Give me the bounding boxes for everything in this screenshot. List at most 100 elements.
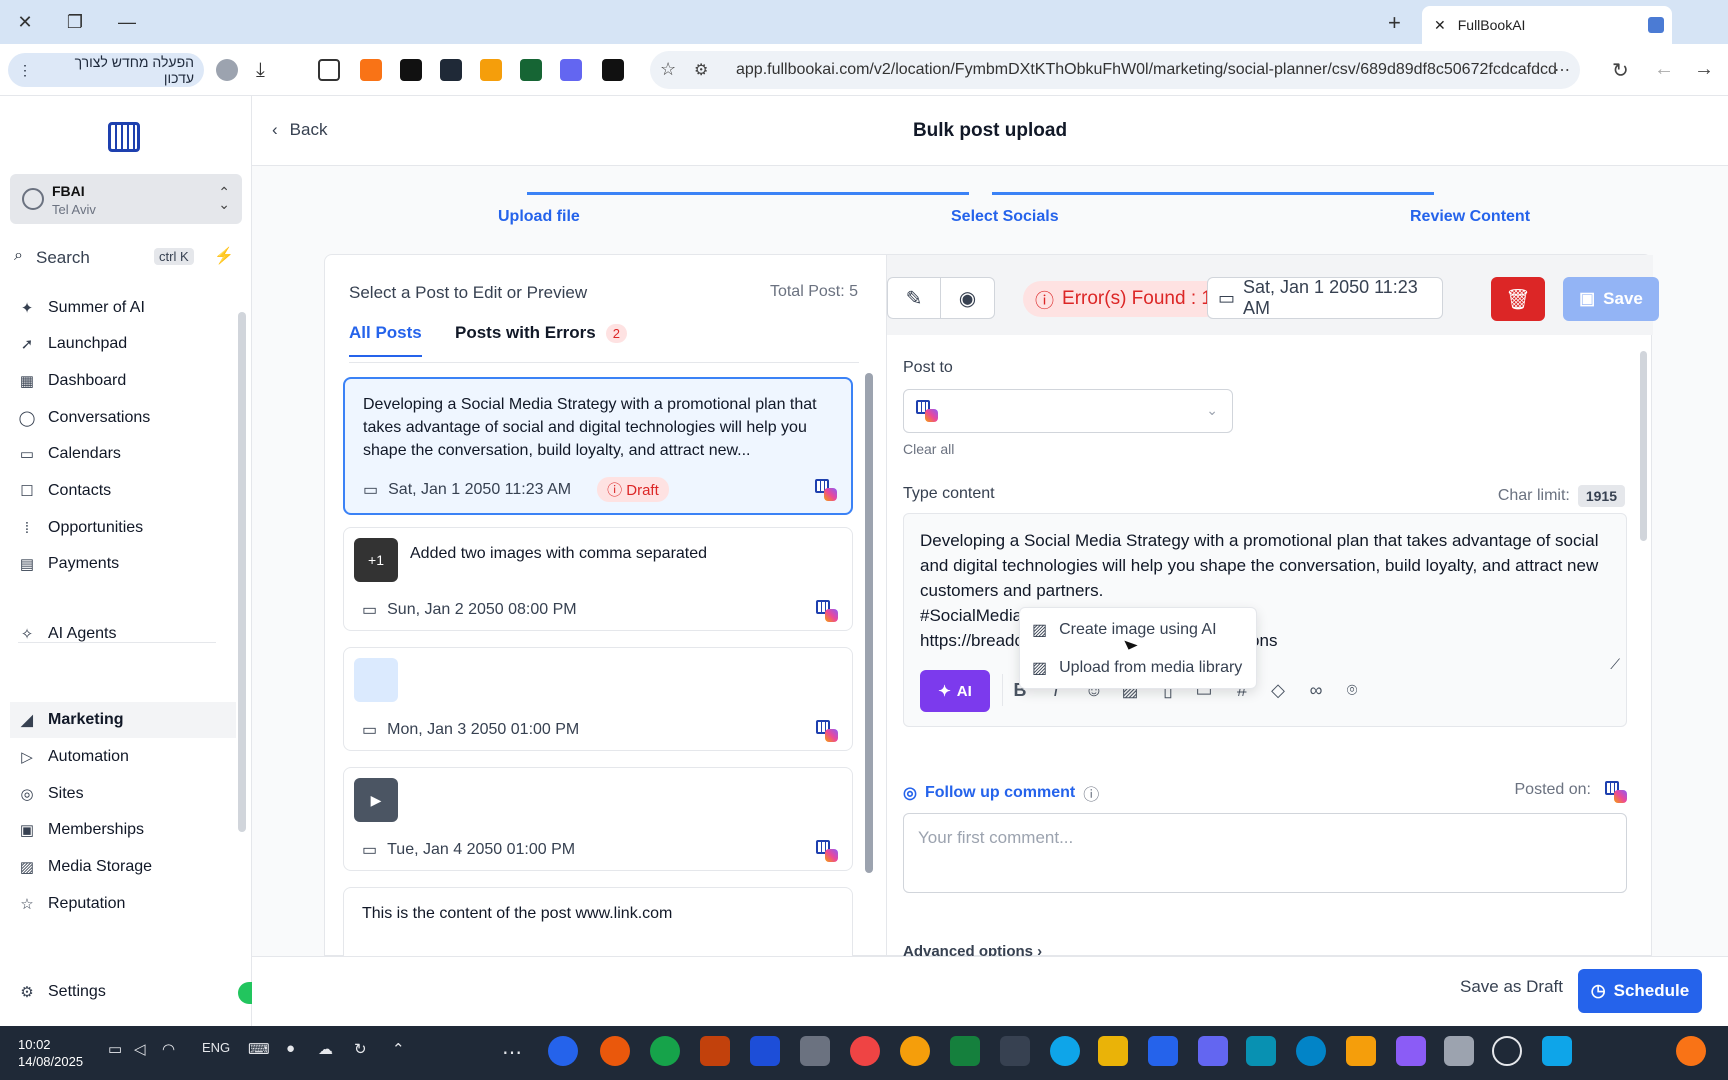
save-button[interactable]: ▣ Save [1563, 277, 1659, 321]
sidebar-item-opportunities[interactable]: ⁞ Opportunities [18, 510, 228, 546]
back-icon[interactable]: → [1694, 58, 1714, 81]
calculator-app-icon[interactable] [800, 1036, 830, 1066]
post-card[interactable]: This is the content of the post www.link… [343, 887, 853, 957]
language-indicator[interactable]: ENG [202, 1040, 230, 1055]
step-select-socials[interactable]: Select Socials [951, 208, 1059, 226]
sidebar-item-launchpad[interactable]: ➚ Launchpad [18, 326, 228, 362]
chrome-active-app-icon[interactable] [850, 1036, 880, 1066]
sidebar-scrollbar[interactable] [238, 312, 246, 832]
sidebar-item-marketing[interactable]: ◢ Marketing [10, 702, 236, 738]
outlook-app-icon[interactable] [1148, 1036, 1178, 1066]
task-view-app-icon[interactable] [1444, 1036, 1474, 1066]
post-list-scrollbar[interactable] [865, 373, 873, 873]
teams-app-icon[interactable] [1198, 1036, 1228, 1066]
extension-j-icon[interactable] [440, 59, 462, 81]
extension-green-icon[interactable] [520, 59, 542, 81]
sidebar-item-payments[interactable]: ▤ Payments [18, 546, 228, 582]
sidebar-item-ai-agents[interactable]: ✧ AI Agents [18, 616, 228, 652]
sidebar-item-memberships[interactable]: ▣ Memberships [18, 812, 228, 848]
tab-posts-with-errors[interactable]: Posts with Errors 2 [455, 323, 627, 343]
restore-window-icon[interactable]: ❐ [60, 8, 90, 36]
collapse-sidebar-icon[interactable] [238, 982, 252, 1004]
step-upload-file[interactable]: Upload file [498, 208, 580, 226]
ai-assist-button[interactable]: ✦ AI [920, 670, 990, 712]
minimize-window-icon[interactable]: — [112, 8, 142, 36]
file-explorer-app-icon[interactable] [1346, 1036, 1376, 1066]
more-apps-icon[interactable]: ⋯ [502, 1040, 522, 1065]
resize-handle-icon[interactable]: ⟋ [1610, 656, 1620, 673]
word-app-icon[interactable] [750, 1036, 780, 1066]
sidebar-item-summer-of-ai[interactable]: ✦ Summer of AI [18, 290, 228, 326]
editor-scrollbar[interactable] [1640, 351, 1647, 541]
tab-search-icon[interactable]: ⋯ [1554, 60, 1570, 80]
powerpoint-app-icon[interactable] [700, 1036, 730, 1066]
post-to-select[interactable]: ⌄ [903, 389, 1233, 433]
sidebar-item-conversations[interactable]: ◯ Conversations [18, 400, 228, 436]
location-icon[interactable]: ⌾ [1340, 680, 1364, 701]
profile-avatar[interactable] [216, 59, 238, 81]
delete-post-button[interactable]: 🗑 [1491, 277, 1545, 321]
clock[interactable]: 10:02 14/08/2025 [18, 1036, 83, 1070]
post-card[interactable]: Developing a Social Media Strategy with … [343, 377, 853, 515]
close-window-icon[interactable]: ✕ [10, 8, 40, 36]
sidebar-search[interactable]: ⌕ Search ctrl K ⚡ [14, 244, 242, 270]
sidebar-item-automation[interactable]: ▷ Automation [18, 739, 228, 775]
schedule-button[interactable]: ◷ Schedule [1578, 969, 1702, 1013]
star-icon[interactable]: ☆ [660, 59, 676, 80]
new-tab-icon[interactable]: + [1388, 10, 1401, 36]
extensions-icon[interactable] [318, 59, 340, 81]
zoom-app-icon[interactable] [548, 1036, 578, 1066]
extension-grid-icon[interactable] [560, 59, 582, 81]
first-comment-input[interactable]: Your first comment... [903, 813, 1627, 893]
clear-all-link[interactable]: Clear all [903, 441, 954, 457]
extension-black-icon[interactable] [400, 59, 422, 81]
extension-orange-icon[interactable] [360, 59, 382, 81]
post-card[interactable]: ▶ ▭ Tue, Jan 4 2050 01:00 PM [343, 767, 853, 871]
wifi-icon[interactable]: ◠ [162, 1040, 175, 1058]
sidebar-item-dashboard[interactable]: ▦ Dashboard [18, 363, 228, 399]
help-icon[interactable]: ⓘ [1083, 781, 1099, 805]
start-menu-icon[interactable] [1542, 1036, 1572, 1066]
browser-tab[interactable]: ✕ FullBookAI [1422, 6, 1672, 44]
keyboard-icon[interactable]: ⌨ [248, 1040, 270, 1058]
copilot-app-icon[interactable] [1396, 1036, 1426, 1066]
sync-icon[interactable]: ↻ [354, 1040, 367, 1058]
app-grid-icon[interactable] [1246, 1036, 1276, 1066]
excel-app-icon[interactable] [950, 1036, 980, 1066]
microphone-icon[interactable]: ● [286, 1040, 295, 1057]
address-bar[interactable]: ☆ ⚙ app.fullbookai.com/v2/location/Fymbm… [650, 51, 1580, 89]
chevron-up-icon[interactable]: ⌃ [392, 1040, 405, 1058]
powerbi-app-icon[interactable] [1098, 1036, 1128, 1066]
volume-icon[interactable]: ◁ [134, 1040, 146, 1058]
location-switcher[interactable]: FBAI Tel Aviv ⌃ ⌄ [10, 174, 242, 224]
notifications-icon[interactable] [1676, 1036, 1706, 1066]
app-logo-icon[interactable] [108, 122, 140, 152]
3cx-app-icon[interactable] [1000, 1036, 1030, 1066]
sidebar-item-reputation[interactable]: ☆ Reputation [18, 886, 228, 922]
preview-mode-button[interactable]: ◉ [941, 277, 995, 319]
edit-mode-button[interactable]: ✎ [887, 277, 941, 319]
forward-icon[interactable]: ← [1654, 58, 1674, 81]
download-icon[interactable]: ⤓ [256, 59, 278, 81]
chrome-profile-app-icon[interactable] [650, 1036, 680, 1066]
post-card[interactable]: +1 Added two images with comma separated… [343, 527, 853, 631]
step-review-content[interactable]: Review Content [1410, 208, 1530, 226]
post-card[interactable]: ▭ Mon, Jan 3 2050 01:00 PM [343, 647, 853, 751]
sidebar-item-settings[interactable]: ⚙ Settings [18, 974, 228, 1010]
metamask-icon[interactable] [480, 59, 502, 81]
link-icon[interactable]: ∞ [1304, 680, 1328, 701]
onedrive-icon[interactable]: ☁ [318, 1040, 333, 1058]
tab-all-posts[interactable]: All Posts [349, 323, 422, 357]
battery-icon[interactable]: ▭ [108, 1040, 122, 1058]
menu-upload-media-library[interactable]: ▨ Upload from media library [1032, 652, 1252, 684]
content-editor[interactable]: Developing a Social Media Strategy with … [903, 513, 1627, 727]
errors-found-badge[interactable]: ⓘ Error(s) Found : 1 [1023, 281, 1224, 317]
sidebar-item-contacts[interactable]: ☐ Contacts [18, 473, 228, 509]
menu-create-image-ai[interactable]: ▨ Create image using AI [1032, 614, 1252, 646]
update-restart-button[interactable]: הפעלה מחדש לצורך עדכון ⋮ [8, 53, 204, 87]
save-as-draft-button[interactable]: Save as Draft [1460, 977, 1563, 997]
reload-icon[interactable]: ↻ [1612, 58, 1629, 83]
quick-action-icon[interactable]: ⚡ [214, 246, 234, 266]
sidebar-item-sites[interactable]: ◎ Sites [18, 776, 228, 812]
site-settings-icon[interactable]: ⚙ [694, 60, 708, 80]
